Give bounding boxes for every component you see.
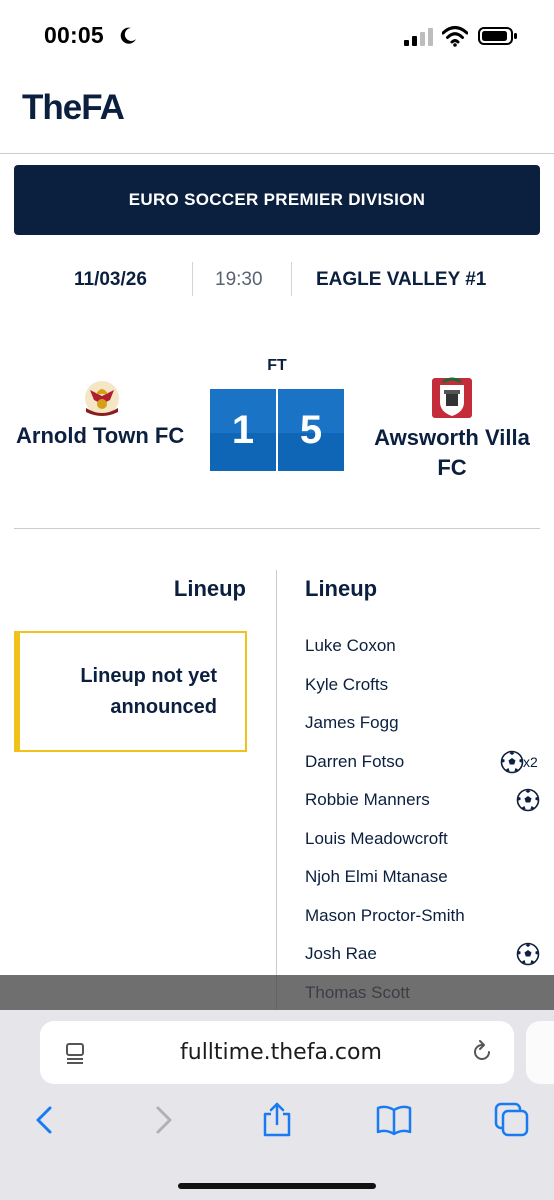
player-row[interactable]: Kyle Crofts <box>305 671 550 710</box>
status-time: 00:05 <box>44 22 104 48</box>
competition-banner: EURO SOCCER PREMIER DIVISION <box>14 165 540 235</box>
away-lineup-title: Lineup <box>305 576 378 601</box>
player-row[interactable]: James Fogg <box>305 709 550 748</box>
home-score: 1 <box>210 389 276 471</box>
bookmarks-icon[interactable] <box>376 1102 412 1138</box>
player-name: Luke Coxon <box>305 636 396 655</box>
share-icon[interactable] <box>259 1102 295 1138</box>
player-name: Louis Meadowcroft <box>305 828 448 848</box>
match-status: FT <box>267 357 287 374</box>
player-row[interactable]: Mason Proctor-Smith <box>305 902 550 941</box>
meta-divider <box>192 262 193 296</box>
goal-ball-icon <box>500 750 524 774</box>
competition-name: EURO SOCCER PREMIER DIVISION <box>128 190 426 209</box>
next-tab-preview[interactable] <box>526 1021 554 1084</box>
status-bar: 00:05 <box>0 0 554 72</box>
match-date: 11/03/26 <box>74 269 147 290</box>
match-time: 19:30 <box>215 269 263 290</box>
lineup-not-announced-text: Lineup not yet announced <box>80 664 217 718</box>
match-meta: 11/03/26 19:30 EAGLE VALLEY #1 <box>0 262 554 298</box>
lineup-divider <box>276 570 277 1010</box>
tabs-icon[interactable] <box>494 1102 530 1138</box>
wifi-icon <box>442 26 468 47</box>
moon-icon <box>120 27 136 44</box>
home-indicator <box>178 1183 376 1189</box>
player-row[interactable]: Luke Coxon <box>305 632 550 671</box>
player-row[interactable]: Njoh Elmi Mtanase <box>305 863 550 902</box>
away-score: 5 <box>278 389 344 471</box>
player-row[interactable]: Darren Fotso x2 <box>305 748 550 787</box>
section-divider <box>14 528 540 529</box>
forward-arrow-icon[interactable] <box>146 1102 182 1138</box>
back-arrow-icon[interactable] <box>28 1102 64 1138</box>
url-text[interactable]: fulltime.thefa.com <box>180 1040 382 1065</box>
page-menu-icon[interactable] <box>64 1042 86 1064</box>
reload-icon[interactable] <box>470 1040 494 1064</box>
goal-count: x2 <box>523 753 538 770</box>
player-name: Darren Fotso <box>305 751 405 771</box>
player-row[interactable]: Josh Rae <box>305 940 550 979</box>
away-team-crest[interactable] <box>430 376 474 420</box>
browser-fade <box>0 975 554 1013</box>
away-player-list: Luke Coxon Kyle Crofts James Fogg Darren Fo… <box>305 632 550 1017</box>
home-score-value: 1 <box>231 407 255 452</box>
player-name: Josh Rae <box>305 944 377 963</box>
home-lineup-title: Lineup <box>173 576 246 601</box>
match-venue: EAGLE VALLEY #1 <box>316 269 487 290</box>
player-name: Robbie Manners <box>305 790 430 809</box>
player-name: James Fogg <box>305 713 399 732</box>
goal-ball-icon <box>516 788 540 812</box>
home-team-crest[interactable] <box>80 374 124 418</box>
player-name: Njoh Elmi Mtanase <box>305 867 448 886</box>
battery-icon <box>478 27 517 45</box>
lineup-not-announced-notice: Lineup not yet announced <box>14 631 247 752</box>
player-name: Kyle Crofts <box>305 674 389 694</box>
away-score-value: 5 <box>299 407 323 452</box>
player-name: Mason Proctor-Smith <box>305 905 465 925</box>
player-row[interactable]: Robbie Manners <box>305 786 550 825</box>
fa-logo[interactable]: TheFA <box>22 88 125 128</box>
home-team-name[interactable]: Arnold Town FC <box>16 423 184 449</box>
away-team-name[interactable]: Awsworth Villa FC <box>364 423 540 483</box>
player-row[interactable]: Louis Meadowcroft <box>305 825 550 864</box>
goal-ball-icon <box>516 942 540 966</box>
header-divider <box>0 153 554 154</box>
meta-divider <box>291 262 292 296</box>
signal-icon <box>404 28 433 46</box>
